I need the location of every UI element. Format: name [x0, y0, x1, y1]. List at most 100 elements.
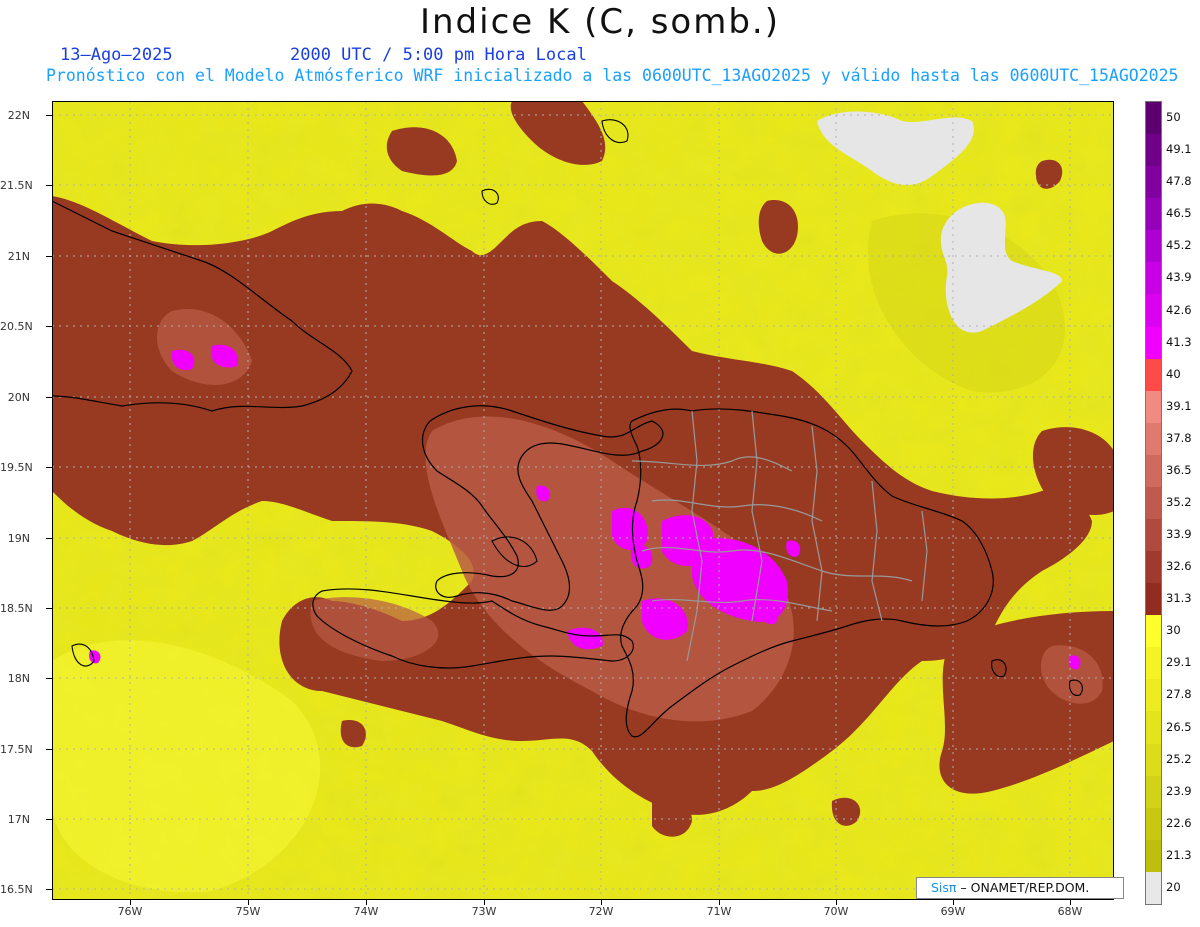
lat-tick	[46, 608, 52, 609]
colorbar-label: 20	[1166, 879, 1181, 894]
model-description: Pronóstico con el Modelo Atmósferico WRF…	[46, 66, 1179, 85]
lat-tick	[46, 538, 52, 539]
colorbar-swatch	[1146, 615, 1161, 648]
lat-tick	[46, 749, 52, 750]
colorbar-swatch	[1146, 807, 1161, 840]
lon-tick	[719, 900, 720, 905]
colorbar-label: 40	[1166, 366, 1181, 381]
lat-tick	[46, 185, 52, 186]
lat-tick	[46, 467, 52, 468]
lat-label: 19N	[7, 532, 30, 545]
colorbar-swatch	[1146, 647, 1161, 680]
colorbar-label: 35.2	[1166, 495, 1192, 509]
forecast-time: 2000 UTC / 5:00 pm Hora Local	[290, 45, 587, 65]
lat-tick	[46, 678, 52, 679]
credit-box: Sisπ – ONAMET/REP.DOM.	[916, 877, 1124, 899]
colorbar-label: 32.6	[1166, 559, 1192, 574]
colorbar-label: 26.5	[1166, 719, 1192, 734]
sispi-logo-text: Sisπ	[931, 880, 957, 895]
lat-tick	[46, 397, 52, 398]
colorbar-label: 21.3	[1166, 847, 1192, 862]
lon-tick	[130, 900, 131, 905]
colorbar-label: 47.8	[1166, 174, 1192, 189]
colorbar-label: 37.8	[1166, 430, 1192, 445]
colorbar-swatch	[1146, 839, 1161, 872]
colorbar-swatch	[1146, 390, 1161, 423]
lat-label: 18.5N	[0, 602, 33, 615]
map-canvas	[52, 101, 1114, 900]
colorbar-swatch	[1146, 166, 1161, 199]
lon-label: 72W	[588, 905, 614, 918]
lat-label: 22N	[7, 109, 30, 122]
lon-label: 70W	[823, 905, 849, 918]
lon-tick	[248, 900, 249, 905]
lon-label: 73W	[471, 905, 497, 918]
colorbar-swatch	[1146, 326, 1161, 359]
colorbar-label: 46.5	[1166, 206, 1192, 221]
colorbar-label: 36.5	[1166, 462, 1192, 477]
lon-tick	[953, 900, 954, 905]
lon-tick	[366, 900, 367, 905]
forecast-date: 13–Ago–2025	[60, 45, 173, 65]
lat-label: 21N	[7, 250, 30, 263]
colorbar-label: 45.2	[1166, 238, 1192, 253]
colorbar-label: 31.3	[1166, 591, 1192, 606]
lon-tick	[601, 900, 602, 905]
colorbar-label: 33.9	[1166, 527, 1192, 542]
colorbar-label: 29.1	[1166, 655, 1192, 670]
colorbar-swatch	[1146, 486, 1161, 520]
lat-tick	[46, 256, 52, 257]
colorbar-swatch	[1146, 454, 1161, 487]
lon-label: 71W	[706, 905, 732, 918]
lon-label: 69W	[940, 905, 966, 918]
colorbar-swatch	[1146, 519, 1161, 552]
colorbar-swatch	[1146, 551, 1161, 584]
chart-title: Indice K (C, somb.)	[419, 2, 781, 42]
colorbar-swatch	[1146, 422, 1161, 455]
colorbar-swatch	[1146, 358, 1161, 391]
lat-label: 21.5N	[0, 179, 33, 192]
lat-tick	[46, 115, 52, 116]
lon-tick	[484, 900, 485, 905]
colorbar-label: 25.2	[1166, 751, 1192, 766]
colorbar-label: 23.9	[1166, 783, 1192, 798]
lon-label: 74W	[353, 905, 379, 918]
colorbar-swatch	[1146, 743, 1161, 776]
colorbar-swatch	[1146, 711, 1161, 744]
lat-label: 16.5N	[0, 883, 33, 896]
colorbar-label: 43.9	[1166, 270, 1192, 285]
colorbar-label: 39.1	[1166, 398, 1192, 413]
colorbar-label: 42.6	[1166, 302, 1192, 317]
lat-label: 17N	[7, 813, 30, 826]
lat-label: 20.5N	[0, 320, 33, 333]
credit-org: – ONAMET/REP.DOM.	[960, 880, 1090, 895]
lat-label: 19.5N	[0, 461, 33, 474]
colorbar-label: 27.8	[1166, 687, 1192, 702]
k-index-map	[52, 101, 1114, 900]
colorbar-label: 30	[1166, 623, 1181, 638]
colorbar	[1145, 101, 1162, 905]
lat-tick	[46, 326, 52, 327]
colorbar-label: 41.3	[1166, 334, 1192, 349]
lon-tick	[1070, 900, 1071, 905]
colorbar-swatch	[1146, 583, 1161, 616]
lat-label: 20N	[7, 391, 30, 404]
colorbar-label: 49.1	[1166, 142, 1192, 157]
colorbar-swatch	[1146, 262, 1161, 295]
colorbar-swatch	[1146, 775, 1161, 808]
colorbar-swatch	[1146, 871, 1161, 904]
colorbar-swatch	[1146, 102, 1161, 135]
lon-label: 68W	[1057, 905, 1083, 918]
lon-tick	[836, 900, 837, 905]
colorbar-swatch	[1146, 294, 1161, 327]
colorbar-swatch	[1146, 230, 1161, 263]
lat-tick	[46, 819, 52, 820]
lat-label: 17.5N	[0, 743, 33, 756]
colorbar-swatch	[1146, 134, 1161, 167]
lat-label: 18N	[7, 672, 30, 685]
colorbar-label: 50	[1166, 110, 1181, 125]
colorbar-label: 22.6	[1166, 815, 1192, 830]
colorbar-swatch	[1146, 679, 1161, 712]
lat-tick	[46, 889, 52, 890]
colorbar-swatch	[1146, 198, 1161, 231]
